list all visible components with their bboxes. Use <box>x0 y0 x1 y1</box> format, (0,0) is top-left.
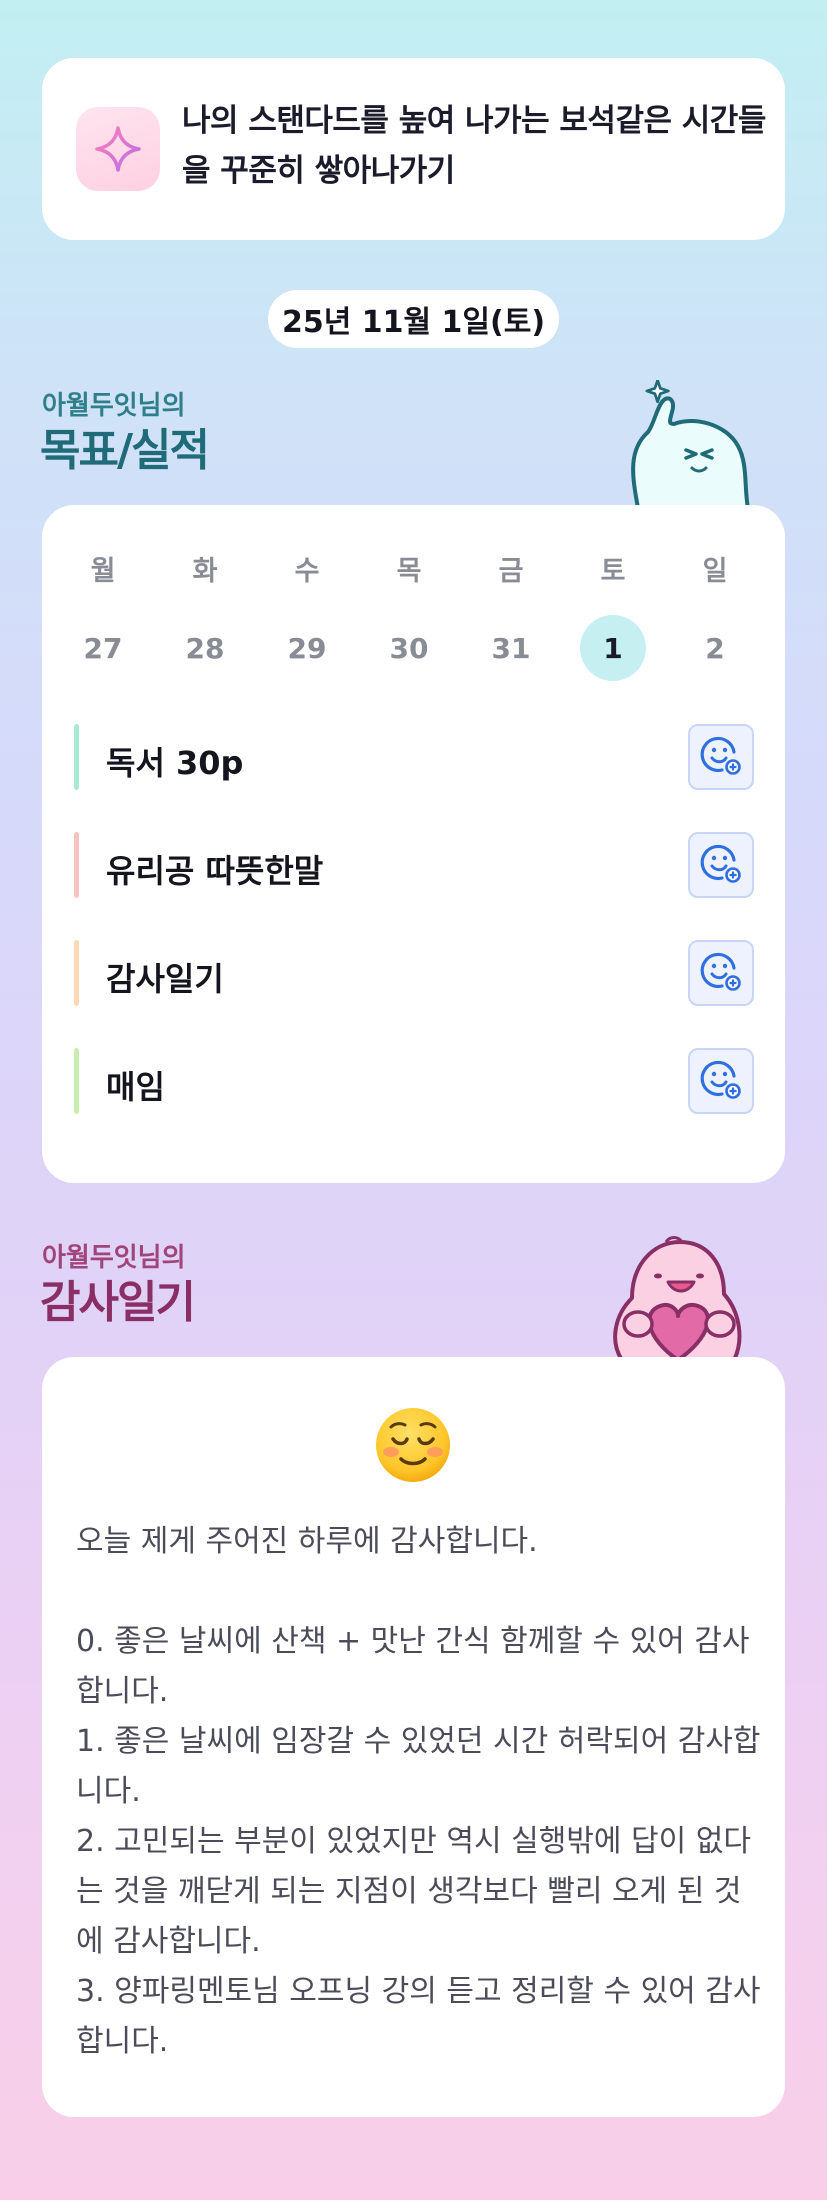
goals-card: 월 화 수 목 금 토 일 27 28 29 30 31 1 2 독서 30p … <box>42 505 785 1183</box>
date-number: 29 <box>287 631 327 665</box>
goal-label: 감사일기 <box>106 960 224 998</box>
smile-add-icon <box>698 840 744 890</box>
goal-color-bar <box>74 832 79 898</box>
smile-add-icon <box>698 732 744 782</box>
date-cell[interactable]: 31 <box>460 615 562 681</box>
goal-label: 매임 <box>106 1068 165 1106</box>
ghost-mascot <box>631 380 750 508</box>
goal-color-bar <box>74 940 79 1006</box>
goal-item: 독서 30p <box>74 724 754 790</box>
weekday-header: 월 화 수 목 금 토 일 <box>42 549 785 588</box>
smile-add-icon <box>698 1056 744 1106</box>
weekday-label: 월 <box>90 556 116 587</box>
weekday-label: 수 <box>294 556 320 587</box>
gratitude-body: 오늘 제게 주어진 하루에 감사합니다. 0. 좋은 날씨에 산책 + 맛난 간… <box>76 1524 761 2059</box>
date-cell[interactable]: 27 <box>52 615 154 681</box>
date-number: 31 <box>491 631 531 665</box>
date-selector[interactable]: 25년 11월 1일(토) <box>268 290 559 348</box>
date-number: 30 <box>389 631 429 665</box>
goal-item: 매임 <box>74 1048 754 1114</box>
date-number: 27 <box>83 631 123 665</box>
goal-color-bar <box>74 724 79 790</box>
date-number: 1 <box>580 615 646 681</box>
weekday-label: 화 <box>192 556 218 587</box>
goal-item: 유리공 따뜻한말 <box>74 832 754 898</box>
goal-label: 유리공 따뜻한말 <box>106 852 324 890</box>
weekday-label: 목 <box>396 556 422 587</box>
weekday-label: 토 <box>600 556 626 587</box>
weekday-label: 일 <box>702 556 728 587</box>
date-number: 28 <box>185 631 225 665</box>
add-reaction-button[interactable] <box>688 724 754 790</box>
motto-text: 나의 스탠다드를 높여 나가는 보석같은 시간들을 꾸준히 쌓아나가기 <box>182 103 766 189</box>
sparkle-icon <box>76 107 160 191</box>
date-cell[interactable]: 29 <box>256 615 358 681</box>
gratitude-card: 오늘 제게 주어진 하루에 감사합니다. 0. 좋은 날씨에 산책 + 맛난 간… <box>42 1357 785 2117</box>
smiling-face-emoji-icon <box>376 1408 450 1482</box>
date-cell[interactable]: 30 <box>358 615 460 681</box>
smile-add-icon <box>698 948 744 998</box>
add-reaction-button[interactable] <box>688 832 754 898</box>
week-dates: 27 28 29 30 31 1 2 <box>42 615 785 681</box>
goals-title: 목표/실적 <box>40 425 210 476</box>
date-cell-selected[interactable]: 1 <box>562 615 664 681</box>
date-number: 2 <box>705 631 725 665</box>
weekday-label: 금 <box>498 556 524 587</box>
goal-label: 독서 30p <box>106 744 244 782</box>
date-cell[interactable]: 28 <box>154 615 256 681</box>
add-reaction-button[interactable] <box>688 940 754 1006</box>
heart-mascot <box>613 1236 742 1360</box>
motto-card: 나의 스탠다드를 높여 나가는 보석같은 시간들을 꾸준히 쌓아나가기 <box>42 58 785 240</box>
date-cell[interactable]: 2 <box>664 615 766 681</box>
goal-item: 감사일기 <box>74 940 754 1006</box>
gratitude-title: 감사일기 <box>40 1277 196 1328</box>
add-reaction-button[interactable] <box>688 1048 754 1114</box>
goal-color-bar <box>74 1048 79 1114</box>
